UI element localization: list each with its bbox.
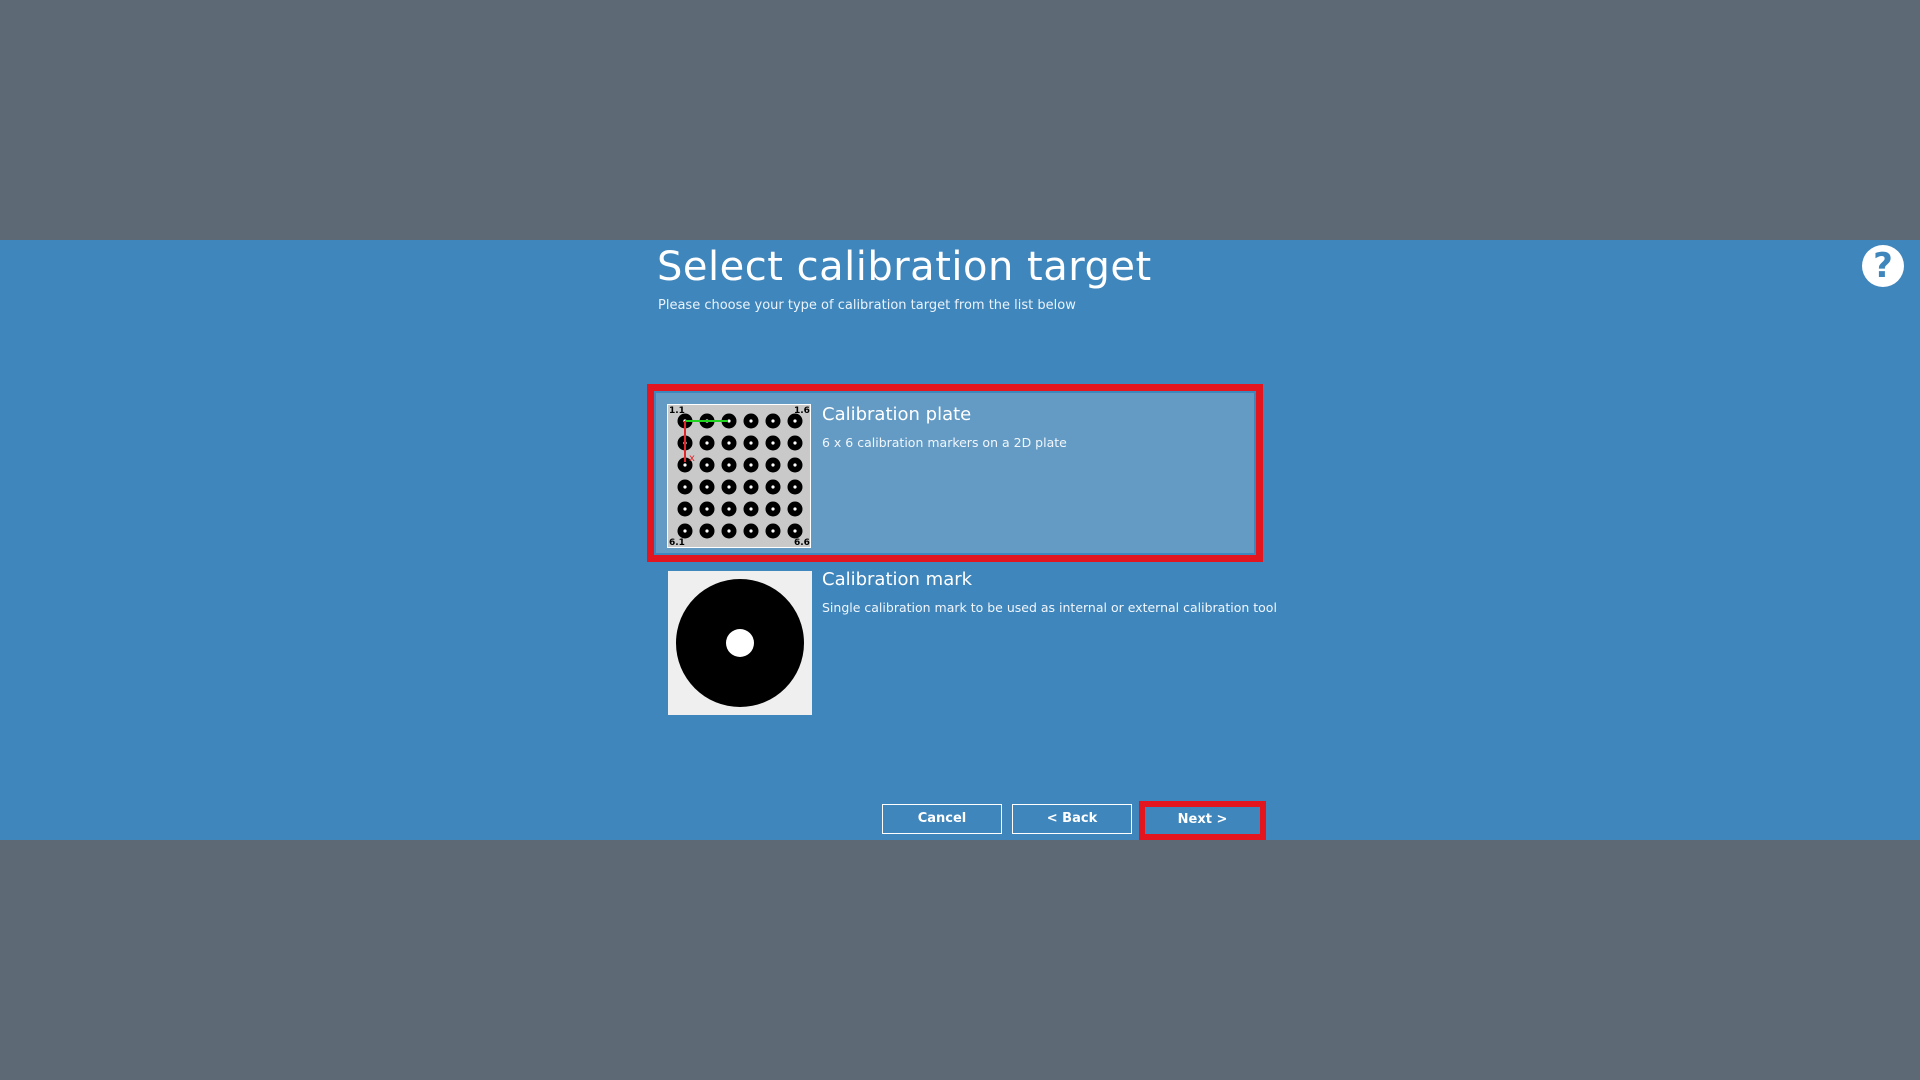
calibration-marker-center: [771, 419, 775, 423]
calibration-marker-center: [727, 441, 731, 445]
calibration-marker-center: [771, 441, 775, 445]
option-title: Calibration mark: [822, 569, 973, 590]
calibration-marker-center: [749, 529, 753, 533]
calibration-marker-center: [793, 485, 797, 489]
calibration-marker-center: [793, 419, 797, 423]
calibration-marker-center: [727, 529, 731, 533]
option-calibration-plate[interactable]: x 1.1 1.6 6.1 6.6 Calibration plate 6 x …: [647, 384, 1263, 562]
corner-label-bottom-left: 6.1: [669, 538, 685, 548]
option-calibration-mark[interactable]: Calibration mark Single calibration mark…: [647, 555, 1277, 733]
calibration-marker-center: [771, 485, 775, 489]
corner-label-top-left: 1.1: [669, 406, 685, 416]
calibration-marker-center: [683, 529, 687, 533]
calibration-marker-center: [683, 507, 687, 511]
calibration-marker-center: [705, 441, 709, 445]
calibration-mark-icon: [668, 571, 812, 715]
back-button[interactable]: < Back: [1012, 804, 1132, 834]
option-description: 6 x 6 calibration markers on a 2D plate: [822, 435, 1067, 450]
calibration-marker-center: [727, 507, 731, 511]
calibration-marker-center: [771, 507, 775, 511]
calibration-marker-center: [771, 529, 775, 533]
calibration-marker-center: [793, 529, 797, 533]
calibration-marker-center: [749, 441, 753, 445]
corner-label-top-right: 1.6: [794, 406, 810, 416]
option-description: Single calibration mark to be used as in…: [822, 600, 1277, 615]
calibration-marker-center: [793, 463, 797, 467]
calibration-marker-center: [705, 507, 709, 511]
calibration-marker-center: [727, 419, 731, 423]
calibration-marker-center: [705, 463, 709, 467]
calibration-plate-grid-icon: x 1.1 1.6 6.1 6.6: [667, 404, 811, 548]
corner-label-bottom-right: 6.6: [794, 538, 810, 548]
calibration-marker-center: [705, 529, 709, 533]
calibration-marker-center: [793, 441, 797, 445]
calibration-marker-center: [749, 419, 753, 423]
next-button[interactable]: Next >: [1147, 808, 1258, 831]
calibration-marker-center: [749, 507, 753, 511]
page-subtitle: Please choose your type of calibration t…: [658, 298, 1076, 313]
calibration-marker-center: [727, 463, 731, 467]
calibration-marker-center: [771, 463, 775, 467]
calibration-marker-center: [727, 485, 731, 489]
axis-label: x: [689, 453, 695, 464]
cancel-button[interactable]: Cancel: [882, 804, 1002, 834]
calibration-marker-center: [705, 485, 709, 489]
calibration-marker-center: [749, 485, 753, 489]
option-title: Calibration plate: [822, 404, 972, 425]
page-title: Select calibration target: [657, 244, 1152, 290]
help-icon[interactable]: ?: [1862, 245, 1904, 287]
calibration-marker-center: [749, 463, 753, 467]
calibration-marker-center: [793, 507, 797, 511]
calibration-marker-center: [683, 485, 687, 489]
calibration-marker-center: [683, 463, 687, 467]
